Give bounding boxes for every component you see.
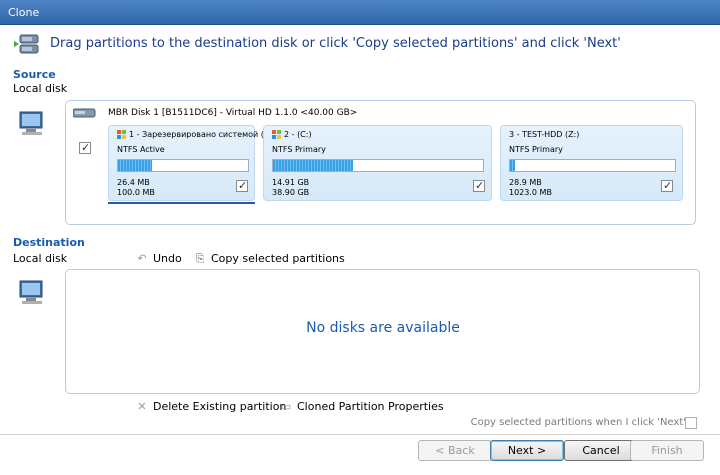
partition-name: 2 - (C:) bbox=[284, 130, 312, 139]
partition-card-3[interactable]: 3 - TEST-HDD (Z:) NTFS Primary 28.9 MB 1… bbox=[500, 125, 683, 201]
windows-logo-icon bbox=[272, 130, 281, 139]
window-title: Clone bbox=[8, 6, 40, 19]
source-disk-title: MBR Disk 1 [B1511DC6] - Virtual HD 1.1.0… bbox=[108, 108, 358, 118]
partition-type: NTFS Primary bbox=[509, 145, 563, 154]
partition-used: 26.4 MB bbox=[117, 178, 150, 187]
usage-fill bbox=[118, 160, 152, 171]
usage-fill bbox=[273, 160, 353, 171]
undo-button[interactable]: ↶ Undo bbox=[135, 252, 182, 265]
source-label: Source bbox=[13, 68, 56, 81]
copy-selected-partitions-button[interactable]: ⎘ Copy selected partitions bbox=[193, 252, 345, 266]
partition-used: 28.9 MB bbox=[509, 178, 542, 187]
partition-used: 14.91 GB bbox=[272, 178, 310, 187]
partition-card-2[interactable]: 2 - (C:) NTFS Primary 14.91 GB 38.90 GB bbox=[263, 125, 492, 201]
finish-button[interactable]: Finish bbox=[630, 440, 704, 461]
auto-copy-label: Copy selected partitions when I click 'N… bbox=[470, 417, 686, 428]
partition-checkbox[interactable] bbox=[236, 179, 248, 192]
hdd-icon bbox=[73, 108, 96, 118]
title-bar: Clone bbox=[0, 0, 720, 25]
undo-icon: ↶ bbox=[137, 252, 147, 265]
computer-disk-icon bbox=[19, 280, 43, 304]
source-disk-checkbox[interactable] bbox=[79, 141, 91, 154]
partition-checkbox[interactable] bbox=[661, 179, 673, 192]
computer-disk-icon bbox=[19, 111, 43, 135]
partition-total: 1023.0 MB bbox=[509, 188, 552, 197]
partition-type: NTFS Active bbox=[117, 145, 165, 154]
delete-existing-partition-button[interactable]: ✕ Delete Existing partition bbox=[135, 400, 286, 413]
windows-logo-icon bbox=[117, 130, 126, 139]
undo-label: Undo bbox=[153, 252, 182, 265]
selected-underline bbox=[108, 202, 255, 204]
partition-total: 38.90 GB bbox=[272, 188, 310, 197]
delete-label: Delete Existing partition bbox=[153, 400, 287, 413]
partition-name: 3 - TEST-HDD (Z:) bbox=[509, 130, 580, 139]
destination-label: Destination bbox=[13, 236, 85, 249]
properties-label: Cloned Partition Properties bbox=[297, 400, 444, 413]
partition-card-1[interactable]: 1 - Зарезервировано системой (N NTFS Act… bbox=[108, 125, 270, 201]
footer-divider bbox=[0, 434, 720, 435]
no-disks-message: No disks are available bbox=[306, 320, 460, 336]
partition-name: 1 - Зарезервировано системой (N bbox=[129, 130, 270, 139]
usage-fill bbox=[510, 160, 515, 171]
copy-label: Copy selected partitions bbox=[211, 252, 345, 265]
properties-icon: ▭ bbox=[280, 400, 292, 413]
cancel-button[interactable]: Cancel bbox=[564, 440, 638, 461]
destination-sublabel: Local disk bbox=[13, 252, 68, 265]
delete-icon: ✕ bbox=[137, 400, 147, 413]
partition-checkbox[interactable] bbox=[473, 179, 485, 192]
source-sublabel: Local disk bbox=[13, 82, 68, 95]
clone-wizard-icon bbox=[14, 34, 39, 54]
back-button[interactable]: < Back bbox=[418, 440, 492, 461]
usage-bar bbox=[272, 159, 484, 172]
next-button[interactable]: Next > bbox=[490, 440, 564, 461]
header-instruction: Drag partitions to the destination disk … bbox=[50, 36, 621, 51]
usage-bar bbox=[117, 159, 249, 172]
cloned-partition-properties-button[interactable]: ▭ Cloned Partition Properties bbox=[279, 400, 444, 413]
copy-icon: ⎘ bbox=[195, 252, 205, 265]
usage-bar bbox=[509, 159, 676, 172]
partition-total: 100.0 MB bbox=[117, 188, 155, 197]
partition-type: NTFS Primary bbox=[272, 145, 326, 154]
auto-copy-checkbox[interactable] bbox=[685, 417, 697, 429]
